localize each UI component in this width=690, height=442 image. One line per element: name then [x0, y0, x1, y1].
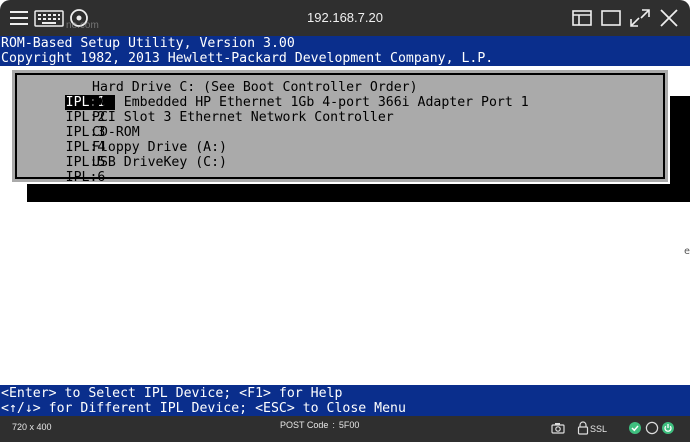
copyright-line: Copyright 1982, 2013 Hewlett-Packard Dev…	[1, 51, 494, 66]
resolution-label: 720 x 400	[12, 422, 52, 432]
close-icon[interactable]	[658, 8, 680, 28]
ipl-menu: IPL:1 Hard Drive C: (See Boot Controller…	[10, 68, 670, 185]
footer-nav-line: <↑/↓> for Different IPL Device; <ESC> to…	[1, 401, 406, 416]
ipl-label: USB DriveKey (C:)	[92, 155, 227, 170]
title-bar: ne.com 192.168.7.20	[0, 0, 690, 36]
ipl-item[interactable]: IPL:2 PCI Embedded HP Ethernet 1Gb 4-por…	[17, 95, 529, 125]
post-code-separator: :	[332, 420, 335, 430]
status-bar: 720 x 400 POST Code:5F00 SSL	[0, 416, 690, 442]
header-band: ROM-Based Setup Utility, Version 3.00 Co…	[0, 36, 690, 66]
console-screen[interactable]: ROM-Based Setup Utility, Version 3.00 Co…	[0, 36, 690, 416]
window-layout-icon[interactable]	[571, 8, 593, 28]
footer-help-line: <Enter> to Select IPL Device; <F1> for H…	[1, 386, 343, 401]
ssl-label: SSL	[590, 424, 608, 434]
ipl-item[interactable]: IPL:6 USB DriveKey (C:)	[17, 155, 227, 185]
footer-band: <Enter> to Select IPL Device; <F1> for H…	[0, 385, 690, 416]
edge-glyph: e	[683, 246, 690, 257]
post-code-label: POST Code	[280, 420, 329, 430]
check-status-icon	[628, 420, 642, 436]
ipl-item[interactable]: IPL:4 CD-ROM	[17, 125, 140, 155]
ipl-label: CD-ROM	[92, 125, 140, 140]
ipl-label: Hard Drive C: (See Boot Controller Order…	[92, 80, 418, 95]
post-code-readout: POST Code:5F00	[280, 420, 359, 430]
ipl-item[interactable]: IPL:3 PCI Slot 3 Ethernet Network Contro…	[17, 110, 394, 140]
post-code-value: 5F00	[338, 420, 360, 430]
camera-icon[interactable]	[551, 420, 565, 436]
ipl-label: PCI Slot 3 Ethernet Network Controller	[92, 110, 394, 125]
restore-window-icon[interactable]	[600, 8, 622, 28]
lock-icon	[576, 420, 590, 436]
ipl-label: PCI Embedded HP Ethernet 1Gb 4-port 366i…	[92, 95, 529, 110]
status-circle-icon	[645, 420, 659, 436]
utility-title: ROM-Based Setup Utility, Version 3.00	[1, 36, 295, 51]
ipl-item[interactable]: IPL:1 Hard Drive C: (See Boot Controller…	[17, 80, 418, 110]
ipl-id: IPL:6	[65, 170, 106, 185]
ipl-item[interactable]: IPL:5 Floppy Drive (A:)	[17, 140, 227, 170]
ipl-label: Floppy Drive (A:)	[92, 140, 227, 155]
power-icon[interactable]	[661, 420, 675, 436]
fullscreen-icon[interactable]	[629, 8, 651, 28]
